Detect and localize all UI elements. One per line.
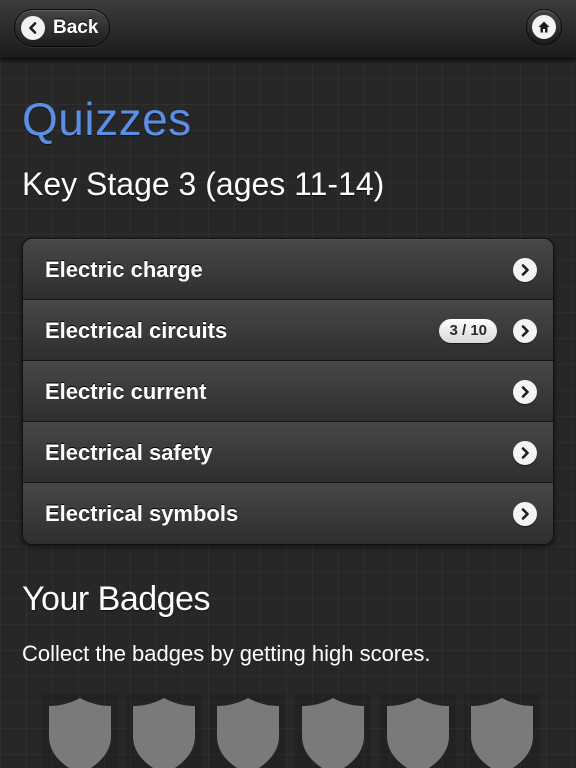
chevron-right-icon (513, 502, 537, 526)
badge-slot (210, 694, 286, 768)
home-icon (532, 15, 556, 39)
shield-badge-icon (217, 698, 279, 768)
badges-description: Collect the badges by getting high score… (22, 641, 431, 666)
shield-badge-icon (49, 698, 111, 768)
badge-slot (295, 694, 371, 768)
quiz-item-electric-current[interactable]: Electric current (23, 361, 553, 422)
quiz-item-label: Electrical safety (45, 439, 213, 465)
quiz-item-label: Electrical circuits (45, 317, 228, 343)
quiz-item-electrical-circuits[interactable]: Electrical circuits 3 / 10 (23, 300, 553, 361)
chevron-right-icon (513, 379, 537, 404)
page-title: Quizzes (22, 93, 192, 145)
badge-slot (42, 694, 118, 768)
shield-badge-icon (302, 698, 364, 768)
chevron-right-icon (513, 257, 537, 282)
badge-slot (126, 694, 202, 768)
navigation-bar: Back (0, 0, 576, 59)
shield-badge-icon (133, 698, 195, 768)
shield-badge-icon (387, 698, 449, 768)
chevron-right-icon (513, 440, 537, 465)
badge-slot (380, 694, 456, 768)
quiz-item-electrical-safety[interactable]: Electrical safety (23, 422, 553, 483)
quiz-item-electrical-symbols[interactable]: Electrical symbols (23, 483, 553, 544)
quiz-list: Electric charge Electrical circuits 3 / … (22, 238, 554, 545)
quiz-item-electric-charge[interactable]: Electric charge (23, 239, 553, 300)
quiz-item-label: Electrical symbols (45, 501, 239, 526)
chevron-right-icon (513, 318, 537, 343)
progress-badge: 3 / 10 (439, 318, 497, 343)
badge-slot (464, 694, 540, 768)
chevron-left-icon (21, 16, 45, 40)
home-button[interactable] (526, 9, 562, 45)
quiz-item-label: Electric charge (45, 256, 203, 282)
page-subtitle: Key Stage 3 (ages 11-14) (22, 166, 385, 202)
back-button-label: Back (53, 17, 99, 38)
shield-badge-icon (471, 698, 533, 768)
quiz-item-label: Electric current (45, 378, 207, 404)
back-button[interactable]: Back (14, 9, 110, 47)
badges-title: Your Badges (22, 580, 210, 618)
quiz-screen: Back Quizzes Key Stage 3 (ages 11-14) El… (0, 0, 576, 768)
